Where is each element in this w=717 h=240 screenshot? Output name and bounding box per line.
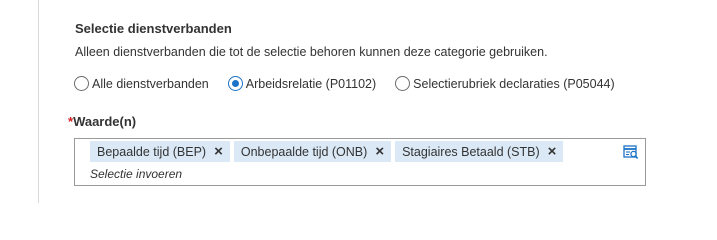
selected-chips: Bepaalde tijd (BEP) × Onbepaalde tijd (O… bbox=[90, 141, 567, 162]
value-chip-stb: Stagiaires Betaald (STB) × bbox=[395, 141, 564, 162]
radio-option-selectierubriek-declaraties[interactable]: Selectierubriek declaraties (P05044) bbox=[395, 76, 615, 91]
value-chip-onb: Onbepaalde tijd (ONB) × bbox=[233, 141, 392, 162]
remove-chip-icon[interactable]: × bbox=[214, 144, 223, 159]
remove-chip-icon[interactable]: × bbox=[548, 144, 557, 159]
radio-unchecked-icon[interactable] bbox=[395, 76, 411, 91]
radio-checked-icon[interactable] bbox=[227, 76, 243, 91]
radio-label: Arbeidsrelatie (P01102) bbox=[245, 76, 377, 91]
remove-chip-icon[interactable]: × bbox=[375, 144, 384, 159]
section-description: Alleen dienstverbanden die tot de select… bbox=[75, 45, 548, 59]
chip-label: Stagiaires Betaald (STB) bbox=[402, 144, 540, 159]
values-multiselect[interactable]: Bepaalde tijd (BEP) × Onbepaalde tijd (O… bbox=[74, 138, 646, 186]
field-label-waarden: *Waarde(n) bbox=[68, 114, 136, 129]
selection-input-placeholder[interactable]: Selectie invoeren bbox=[90, 167, 182, 181]
value-chip-bep: Bepaalde tijd (BEP) × bbox=[90, 141, 230, 162]
chip-label: Onbepaalde tijd (ONB) bbox=[240, 144, 368, 159]
radio-label: Selectierubriek declaraties (P05044) bbox=[413, 76, 615, 91]
panel-left-border bbox=[38, 0, 39, 203]
radio-label: Alle dienstverbanden bbox=[92, 76, 209, 91]
radio-unchecked-icon[interactable] bbox=[74, 76, 89, 91]
list-search-icon[interactable] bbox=[623, 144, 639, 160]
radio-option-alle-dienstverbanden[interactable]: Alle dienstverbanden bbox=[74, 76, 209, 91]
selection-radio-group: Alle dienstverbanden Arbeidsrelatie (P01… bbox=[74, 76, 634, 91]
section-title: Selectie dienstverbanden bbox=[75, 21, 232, 36]
radio-option-arbeidsrelatie[interactable]: Arbeidsrelatie (P01102) bbox=[227, 76, 377, 91]
field-label-text: Waarde(n) bbox=[73, 114, 137, 129]
chip-label: Bepaalde tijd (BEP) bbox=[97, 144, 207, 159]
